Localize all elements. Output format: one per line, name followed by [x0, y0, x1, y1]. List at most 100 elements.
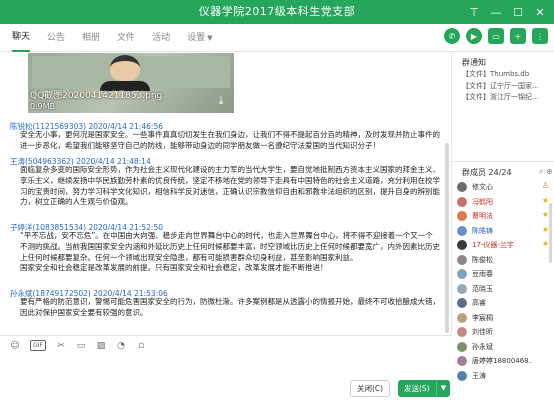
image-filename: QQ截图20200414211853.png	[30, 91, 163, 101]
member-item[interactable]: 陈皓铸 ★	[457, 224, 553, 239]
notice-tag: 【文件】	[462, 93, 490, 101]
chevron-down-icon[interactable]: ▼	[436, 380, 450, 397]
avatar[interactable]	[457, 225, 467, 236]
gif-icon[interactable]: GIF	[30, 340, 46, 351]
member-item[interactable]: 范晓玉	[457, 282, 553, 297]
member-item[interactable]: 李宸桐	[457, 311, 553, 326]
folder-icon[interactable]: ▭	[76, 341, 86, 351]
member-item[interactable]: 陈俊松	[457, 253, 553, 268]
minimize-icon[interactable]: —	[486, 2, 506, 22]
phone-icon[interactable]: ✆	[444, 28, 460, 44]
member-name: 刘佳昕	[472, 328, 493, 337]
avatar[interactable]	[457, 211, 467, 222]
member-item[interactable]: 豆雨春	[457, 267, 553, 282]
star-icon: ★	[541, 210, 549, 219]
add-member-icon[interactable]: ⊕	[546, 167, 553, 176]
voice-icon[interactable]: ◔	[116, 341, 126, 351]
chat-scrollbar[interactable]	[445, 143, 449, 333]
sidebar-divider	[453, 161, 554, 162]
tab-album[interactable]: 相册	[82, 24, 100, 52]
message-body: “平不忘战，安不忘危”。在中国由大向强、稳步走向世界舞台中心的时代，也走入世界舞…	[20, 231, 440, 273]
notice-text: 浙江厅一锦纪...	[490, 93, 539, 101]
member-name: 王涛	[472, 371, 486, 380]
message-body: 安全无小事，更何况是国家安全。一些事件真真切切发生在我们身边，让我们不得不提起百…	[20, 130, 440, 150]
more-icon[interactable]: ▫	[136, 341, 146, 351]
member-item[interactable]: 17-仪器-兰宇 ★	[457, 238, 553, 253]
close-button[interactable]: 关闭(C)	[350, 380, 390, 397]
emoji-icon[interactable]: ☺	[10, 341, 20, 351]
image-filesize: 0.9MB	[30, 102, 56, 111]
person-icon: ♙	[541, 181, 549, 190]
member-name: 曹明法	[472, 212, 493, 221]
member-name: 17-仪器-兰宇	[472, 241, 514, 250]
avatar[interactable]	[457, 312, 467, 323]
send-button[interactable]: 发送(S) ▼	[398, 380, 450, 397]
avatar[interactable]	[457, 370, 467, 381]
notice-item[interactable]: 【文件】Thumbs.db	[462, 69, 554, 81]
tab-activity[interactable]: 活动	[152, 24, 170, 52]
member-item[interactable]: 王涛	[457, 369, 553, 384]
tab-settings-label: 设置	[187, 33, 206, 43]
chat-message-list[interactable]: 人 参与学习《反间谍法》的是，关心 QQ截图20200414211853.png…	[0, 53, 452, 334]
notice-item[interactable]: 【文件】浙江厅一锦纪...	[462, 92, 554, 104]
member-name: 高睿	[472, 299, 486, 308]
avatar[interactable]	[457, 254, 467, 265]
member-name: 冯鹤阳	[472, 197, 493, 206]
avatar[interactable]	[457, 283, 467, 294]
notice-list: 【文件】Thumbs.db 【文件】辽宁厅一国家... 【文件】浙江厅一锦纪..…	[462, 69, 554, 104]
download-icon[interactable]: ⤓	[214, 95, 228, 107]
member-item[interactable]: 冯鹤阳 ★	[457, 195, 553, 210]
avatar[interactable]	[457, 269, 467, 280]
image-message[interactable]: 人 参与学习《反间谍法》的是，关心 QQ截图20200414211853.png…	[28, 53, 234, 113]
scissors-icon[interactable]: ✂	[56, 341, 66, 351]
add-icon[interactable]: +	[510, 28, 526, 44]
avatar[interactable]	[457, 196, 467, 207]
members-title: 群成员 24/24 ⌕ ⊕	[462, 167, 553, 178]
cartoon-figure	[110, 55, 140, 81]
message-body: 面临复杂多变的国际安全形势，作为社会主义现代化建设的主力军的当代大学生，要自觉地…	[20, 165, 440, 207]
member-item[interactable]: 唐婷婷18800468...	[457, 354, 553, 369]
notice-tag: 【文件】	[462, 81, 490, 90]
composer-toolbar: ☺ GIF ✂ ▭ ▨ ◔ ▫	[0, 335, 452, 355]
apps-icon[interactable]: ⋮	[532, 28, 548, 44]
avatar[interactable]	[457, 327, 467, 338]
tab-settings[interactable]: 设置 ▼	[187, 24, 212, 52]
avatar[interactable]	[457, 240, 467, 251]
chevron-down-icon: ▼	[207, 34, 213, 42]
member-item[interactable]: 孙永斌	[457, 340, 553, 355]
member-scrollbar[interactable]	[549, 203, 552, 263]
message-body: 要有严格的防范意识，警惕可能危害国家安全的行为，防微杜渐。许多案例都是从透露小的…	[20, 297, 440, 317]
tab-announcement[interactable]: 公告	[47, 24, 65, 52]
star-icon: ★	[541, 224, 549, 234]
member-item[interactable]: 修文心 ♙	[457, 180, 553, 195]
member-name: 豆雨春	[472, 270, 493, 279]
message-input[interactable]	[0, 356, 452, 380]
screen-share-icon[interactable]: ▭	[488, 28, 504, 44]
close-icon[interactable]: ✕	[530, 2, 550, 22]
title-bar: 仪器学院2017级本科生党支部 ⊤ — ☐ ✕	[0, 0, 554, 24]
member-item[interactable]: 高睿	[457, 296, 553, 311]
group-sidebar: 群通知 【文件】Thumbs.db 【文件】辽宁厅一国家... 【文件】浙江厅一…	[453, 53, 554, 407]
tab-chat[interactable]: 聊天	[12, 25, 31, 52]
pin-icon[interactable]: ⊤	[464, 2, 484, 22]
avatar[interactable]	[457, 182, 467, 193]
image-icon[interactable]: ▨	[96, 341, 106, 351]
avatar[interactable]	[457, 356, 467, 367]
notice-text: Thumbs.db	[490, 70, 530, 78]
member-name: 修文心	[472, 183, 493, 192]
member-list[interactable]: 修文心 ♙ 冯鹤阳 ★ 曹明法 ★ 陈皓铸 ★ 17-仪器-兰宇 ★ 陈俊松 豆雨春 范晓玉 高睿 李宸桐刘…	[457, 180, 553, 383]
video-icon[interactable]: ▶	[466, 28, 482, 44]
avatar[interactable]	[457, 341, 467, 352]
maximize-icon[interactable]: ☐	[508, 2, 528, 22]
member-name: 陈俊松	[472, 255, 493, 264]
member-item[interactable]: 刘佳昕	[457, 325, 553, 340]
search-icon[interactable]: ⌕	[539, 167, 543, 176]
notice-item[interactable]: 【文件】辽宁厅一国家...	[462, 81, 554, 93]
member-item[interactable]: 曹明法 ★	[457, 209, 553, 224]
member-name: 唐婷婷18800468...	[472, 357, 532, 366]
notice-text: 辽宁厅一国家...	[490, 81, 539, 90]
star-icon: ★	[541, 195, 549, 205]
member-name: 李宸桐	[472, 313, 493, 322]
avatar[interactable]	[457, 298, 467, 309]
tab-files[interactable]: 文件	[117, 24, 135, 52]
